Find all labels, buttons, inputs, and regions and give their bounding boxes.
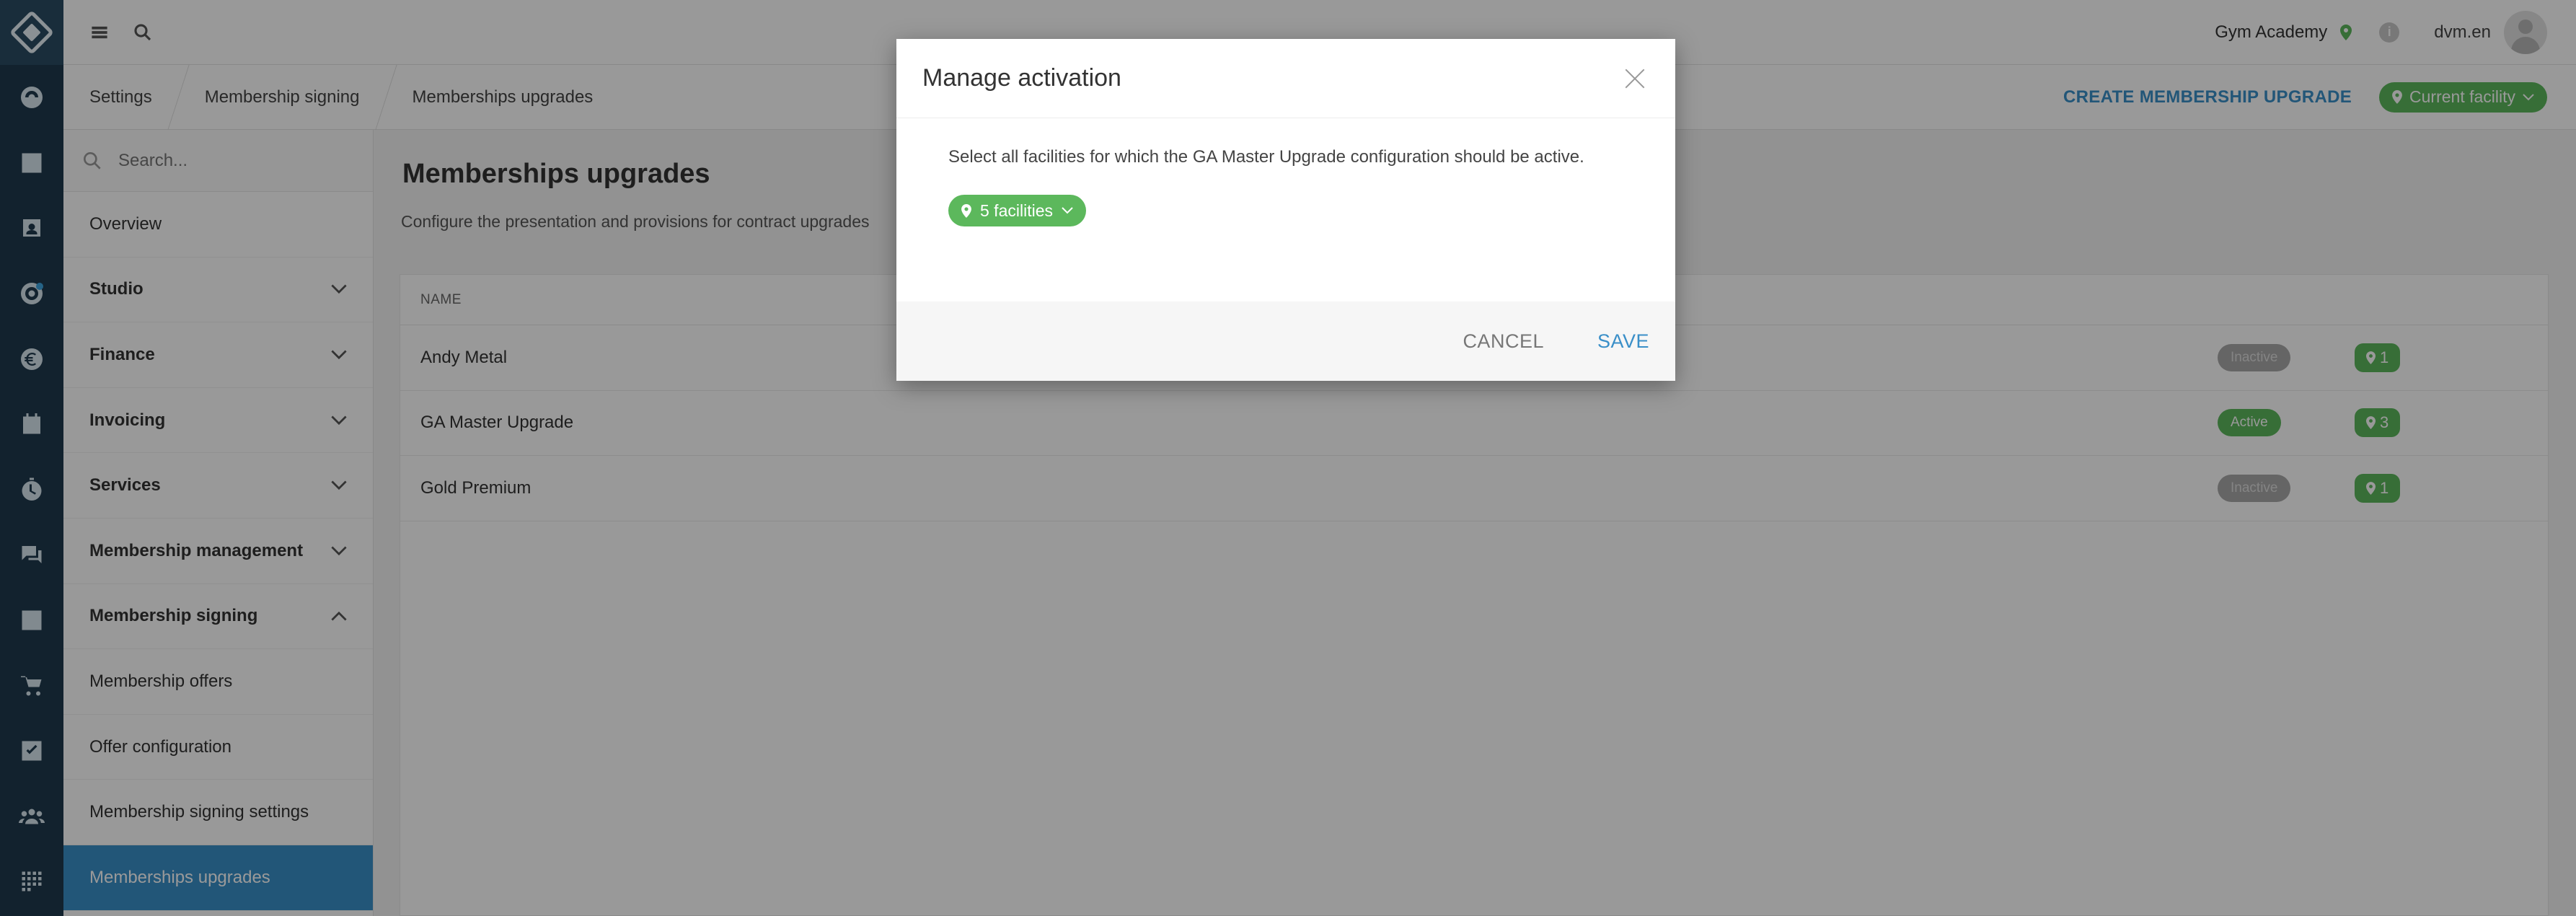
cancel-button[interactable]: CANCEL: [1463, 330, 1544, 353]
close-icon[interactable]: [1620, 64, 1649, 93]
save-button[interactable]: SAVE: [1597, 330, 1649, 353]
manage-activation-dialog: Manage activation Select all facilities …: [896, 39, 1675, 381]
chevron-down-icon: [1062, 207, 1073, 214]
facilities-dropdown-label: 5 facilities: [980, 201, 1053, 220]
dialog-body: Select all facilities for which the GA M…: [896, 118, 1675, 301]
dialog-header: Manage activation: [896, 39, 1675, 118]
dialog-footer: CANCEL SAVE: [896, 301, 1675, 381]
location-pin-icon: [961, 203, 971, 218]
dialog-description: Select all facilities for which the GA M…: [948, 147, 1584, 167]
dialog-title: Manage activation: [922, 64, 1121, 92]
facilities-dropdown[interactable]: 5 facilities: [948, 195, 1086, 226]
